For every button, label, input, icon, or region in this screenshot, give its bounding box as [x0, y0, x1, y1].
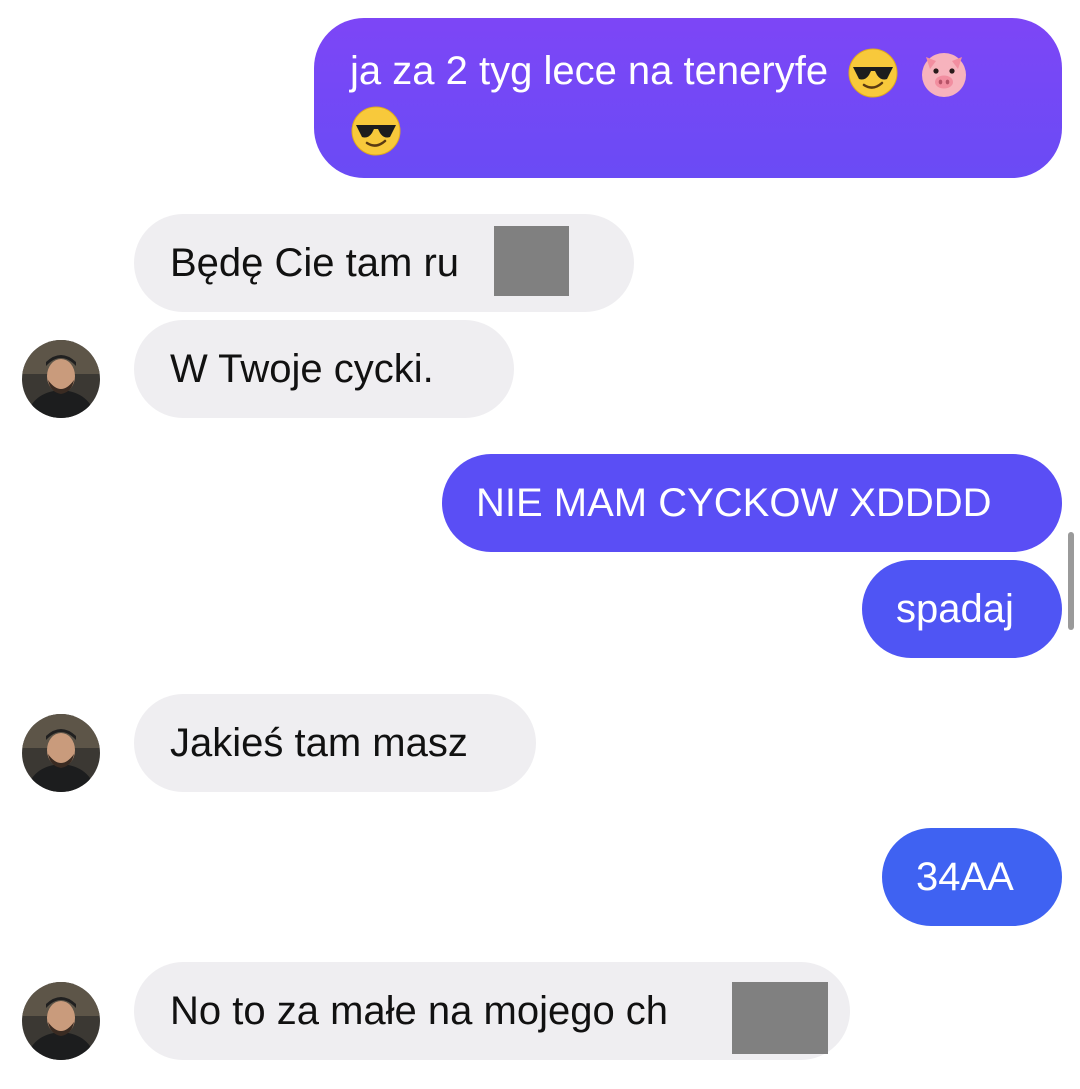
message-text: ja za 2 tyg lece na teneryfe [350, 49, 829, 93]
incoming-message-bubble[interactable]: Jakieś tam masz [134, 694, 536, 792]
sender-avatar[interactable] [22, 982, 100, 1060]
message-text: No to za małe na mojego ch [170, 989, 669, 1033]
message-text: W Twoje cycki. [170, 347, 434, 391]
outgoing-message-bubble[interactable]: ja za 2 tyg lece na teneryfe [314, 18, 1062, 178]
outgoing-message-bubble[interactable]: NIE MAM CYCKOW XDDDD [442, 454, 1062, 552]
redaction-block [494, 226, 569, 296]
message-text: Będę Cie tam ru [170, 241, 460, 285]
outgoing-message-bubble[interactable]: spadaj [862, 560, 1062, 658]
avatar-photo [22, 340, 100, 418]
message-text: Jakieś tam masz [170, 721, 468, 765]
sender-avatar[interactable] [22, 714, 100, 792]
message-text: 34AA [916, 855, 1014, 899]
message-text: spadaj [896, 587, 1014, 631]
pig-emoji [922, 53, 967, 98]
sunglasses-emoji [848, 48, 898, 98]
avatar-photo [22, 714, 100, 792]
sender-avatar[interactable] [22, 340, 100, 418]
incoming-message-bubble[interactable]: W Twoje cycki. [134, 320, 514, 418]
outgoing-message-bubble[interactable]: 34AA [882, 828, 1062, 926]
redaction-block [732, 982, 828, 1054]
scrollbar[interactable] [1068, 532, 1074, 630]
message-text: NIE MAM CYCKOW XDDDD [476, 481, 992, 525]
chat-screen: { "colors": { "outgoing_top": "#7d46f6",… [0, 0, 1080, 1089]
avatar-photo [22, 982, 100, 1060]
sunglasses-emoji [351, 106, 401, 156]
